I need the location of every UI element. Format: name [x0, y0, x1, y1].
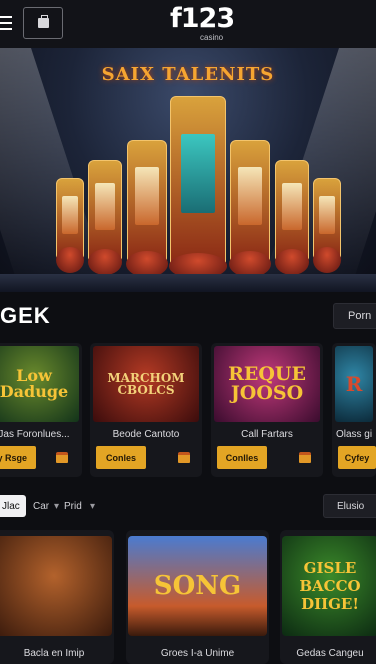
hero-banner[interactable]: SAIX TALENITS [0, 48, 376, 292]
game-name: Bacla en Imip [23, 648, 85, 659]
game-name: Gedas Cangeu [296, 648, 364, 659]
game-thumbnail: GISLE BACCO DIIGE! [282, 536, 376, 636]
game-thumbnail: Low Daduge [0, 346, 79, 422]
treasure-chest-icon [56, 452, 68, 463]
game-card[interactable]: REQUE JOOSO Call Fartars Conlles [211, 343, 323, 477]
wallet-icon [37, 15, 49, 28]
game-thumbnail: SONG [128, 536, 267, 636]
game-card[interactable]: Low Daduge Jas Foronlues... ly Rsge [0, 343, 82, 477]
game-name: Call Fartars [241, 429, 293, 440]
play-button[interactable]: Conlles [217, 446, 267, 469]
game-name: Jas Foronlues... [0, 429, 70, 440]
section-title: GEK [0, 303, 51, 328]
site-logo[interactable]: f123 [170, 4, 235, 34]
slot-machine-image [55, 178, 85, 273]
filter-chip[interactable]: Prid [64, 495, 82, 517]
game-name: Olass gi [335, 429, 373, 440]
game-thumbnail: MARCHOM CBOLCS [93, 346, 199, 422]
filter-chip[interactable]: Car [33, 495, 49, 517]
play-button[interactable]: Cyfey [338, 446, 376, 469]
game-card[interactable]: MARCHOM CBOLCS Beode Cantoto Conles [90, 343, 202, 477]
game-card[interactable]: R Olass gi Cyfey [332, 343, 376, 477]
chevron-down-icon: ▾ [54, 500, 60, 512]
game-card[interactable]: Bacla en Imip [0, 530, 114, 664]
game-thumbnail: R [335, 346, 373, 422]
slot-machine-image [87, 160, 123, 275]
slot-machine-image [229, 140, 271, 277]
treasure-chest-icon [178, 452, 190, 463]
slot-machine-image [312, 178, 342, 273]
logo-subtitle: casino [200, 33, 224, 42]
play-button[interactable]: ly Rsge [0, 446, 36, 469]
hamburger-menu-icon[interactable] [0, 16, 12, 30]
slot-machine-image [126, 140, 168, 277]
sort-button[interactable]: Elusio [323, 494, 376, 518]
game-card[interactable]: GISLE BACCO DIIGE! Gedas Cangeu [280, 530, 376, 664]
wallet-button[interactable] [23, 7, 63, 39]
hero-title: SAIX TALENITS [101, 64, 275, 85]
play-button[interactable]: Conles [96, 446, 146, 469]
game-name: Beode Cantoto [112, 429, 180, 440]
slot-machine-image [168, 96, 228, 279]
filter-chip-active[interactable]: Jlac [0, 495, 26, 517]
stage-floor [0, 274, 376, 292]
game-thumbnail: REQUE JOOSO [214, 346, 320, 422]
chevron-down-icon: ▾ [90, 500, 96, 512]
game-card[interactable]: SONG Groes I-a Unime [126, 530, 269, 664]
section-filter-button[interactable]: Porn [333, 303, 376, 329]
game-thumbnail [0, 536, 112, 636]
top-bar: f123 casino [0, 0, 376, 48]
slot-machine-image [274, 160, 310, 275]
game-name: Groes I-a Unime [160, 648, 235, 659]
treasure-chest-icon [299, 452, 311, 463]
